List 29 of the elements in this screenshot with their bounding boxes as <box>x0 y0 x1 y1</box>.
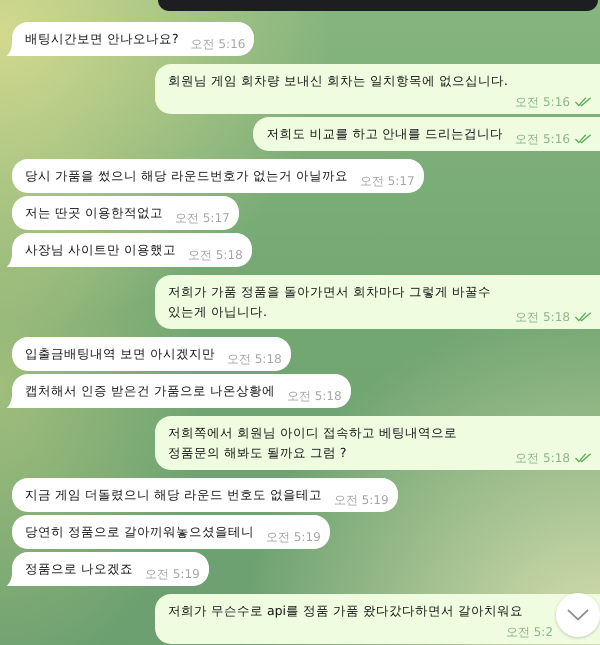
message-time: 오전 5:16 <box>515 94 570 110</box>
message-text: 입출금배팅내역 보면 아시겠지만 <box>25 345 215 363</box>
message-text: 캡처해서 인증 받은건 가품으로 나온상황에 <box>25 382 275 400</box>
message-text: 정품으로 나오겠죠 <box>25 560 133 578</box>
message-time: 오전 5:17 <box>174 210 230 226</box>
message-text: 저희가 무슨수로 api를 정품 가품 왔다갔다하면서 갈아치워요 <box>168 602 523 620</box>
message-text: 회원님 게임 회차량 보내신 회차는 일치항목에 없으십니다. <box>168 72 508 90</box>
chevron-down-icon <box>567 609 589 621</box>
message-text: 당시 가품을 썼으니 해당 라운드번호가 없는거 아닐까요 <box>25 167 348 185</box>
message-text: 당연히 정품으로 갈아끼워놓으셨을테니 <box>25 523 254 541</box>
message-time: 오전 5:18 <box>226 351 282 367</box>
message-text: 저는 딴곳 이용한적없고 <box>25 204 163 222</box>
message-time: 오전 5:2 <box>506 624 553 640</box>
message-time: 오전 5:18 <box>286 388 342 404</box>
message-text: 저희가 가품 정품을 돌아가면서 회차마다 그렇게 바꿀수 있는게 아닙니다. <box>168 283 492 321</box>
message-time: 오전 5:16 <box>190 36 246 52</box>
message-time: 오전 5:17 <box>360 173 415 189</box>
message-text: 배팅시간보면 안나오나요? <box>25 30 179 48</box>
message-time: 오전 5:18 <box>515 450 570 466</box>
message-time: 오전 5:18 <box>188 247 243 263</box>
message-text: 저희도 비교를 하고 안내를 드리는겁니다 <box>266 125 504 143</box>
message-text: 저희쪽에서 회원님 아이디 접속하고 베팅내역으로 정품문의 해봐도 될까요 그럼 ? <box>168 424 458 462</box>
message-text: 지금 게임 더돌렸으니 해당 라운드 번호도 없을테고 <box>25 486 322 504</box>
message-time: 오전 5:19 <box>334 492 389 508</box>
message-time: 오전 5:19 <box>144 566 200 582</box>
message-text: 사장님 사이트만 이용했고 <box>25 241 176 259</box>
message-time: 오전 5:19 <box>266 529 321 545</box>
message-time: 오전 5:18 <box>515 309 570 325</box>
message-time: 오전 5:16 <box>515 131 570 147</box>
